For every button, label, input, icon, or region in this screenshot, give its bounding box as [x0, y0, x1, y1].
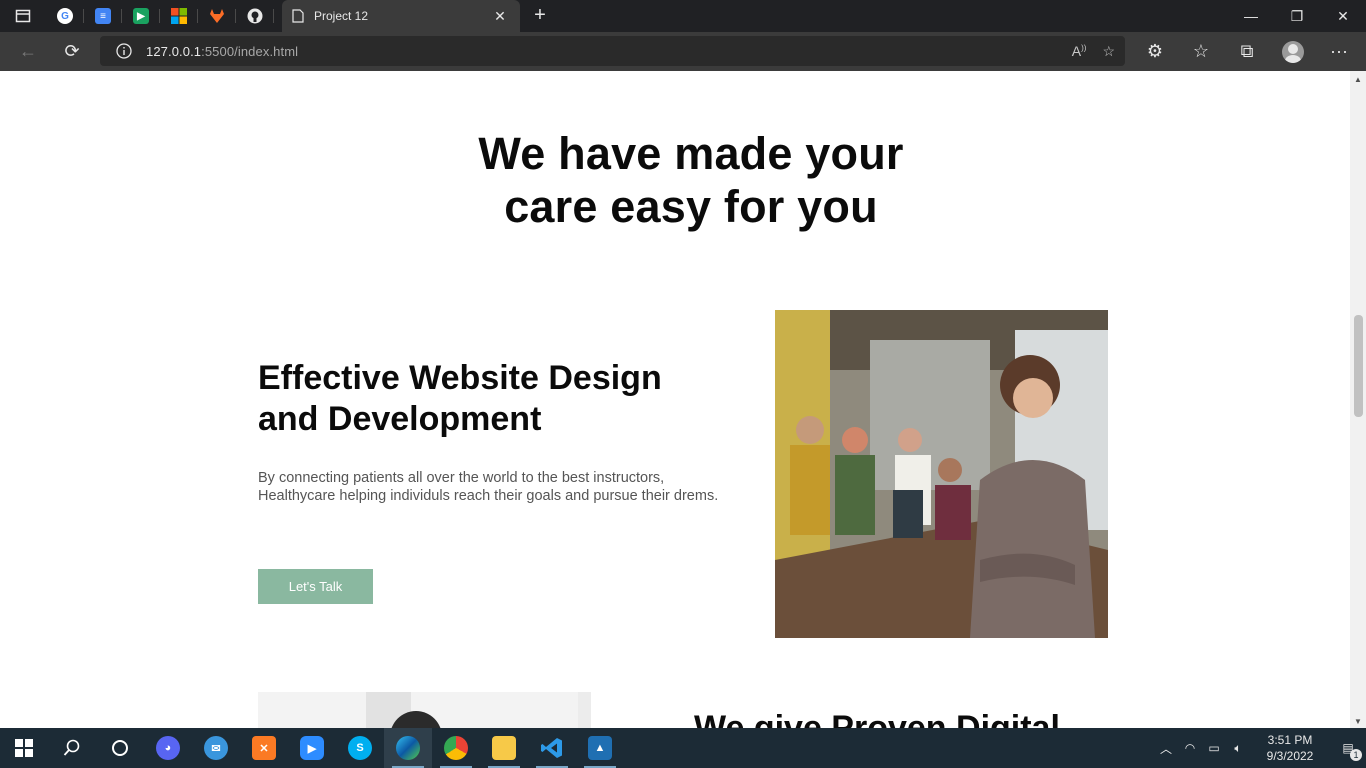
pinned-tab-docs[interactable]: ≡ [84, 0, 122, 32]
clock-date: 9/3/2022 [1266, 749, 1314, 763]
notification-count: 1 [1350, 749, 1362, 761]
back-button[interactable]: ← [6, 34, 50, 70]
cortana-button[interactable] [96, 728, 144, 768]
xampp-icon: ✕ [252, 736, 276, 760]
page-viewport: We have made your care easy for you Effe… [0, 71, 1350, 728]
profile-button[interactable] [1270, 34, 1316, 70]
read-aloud-icon[interactable]: A)) [1072, 43, 1087, 59]
tab-strip: G ≡ ▶ Project 12 ✕ + — ❐ ✕ [0, 0, 1366, 32]
restore-button[interactable]: ❐ [1274, 0, 1320, 32]
photos-icon: ▲ [588, 736, 612, 760]
lets-talk-button[interactable]: Let's Talk [258, 569, 373, 604]
add-favorite-icon[interactable]: ☆ [1102, 43, 1115, 60]
close-tab-icon[interactable]: ✕ [490, 8, 510, 25]
hero-title-text: We have made your care easy for you [478, 128, 904, 232]
taskbar-zoom[interactable]: ▶ [288, 728, 336, 768]
docs-icon: ≡ [95, 8, 111, 24]
tray-overflow-icon[interactable]: ︿ [1154, 740, 1178, 757]
refresh-button[interactable]: ⟳ [50, 34, 94, 70]
pinned-tab-microsoft[interactable] [160, 0, 198, 32]
github-icon [247, 8, 263, 24]
clock[interactable]: 3:51 PM 9/3/2022 [1250, 732, 1330, 764]
chrome-icon [444, 736, 468, 760]
team-photo [775, 310, 1108, 638]
mail-icon: ✉ [204, 736, 228, 760]
second-photo-image [258, 692, 591, 728]
battery-icon[interactable]: ▭ [1202, 741, 1226, 755]
taskbar-skype[interactable]: S [336, 728, 384, 768]
page-scrollbar[interactable]: ▲ ▼ [1350, 71, 1366, 728]
discord-icon: ◕ [156, 736, 180, 760]
search-icon [63, 739, 80, 756]
toolbar-right: ⚙ ☆ ⧉ ··· [1132, 32, 1362, 71]
volume-icon[interactable]: 🔈︎ [1226, 741, 1250, 756]
favorites-icon[interactable]: ☆ [1178, 34, 1224, 70]
feature-description: By connecting patients all over the worl… [258, 470, 719, 504]
vscode-icon [541, 738, 562, 758]
minimize-button[interactable]: — [1228, 0, 1274, 32]
start-button[interactable] [0, 728, 48, 768]
feature-title: Effective Website Design and Development [258, 359, 662, 438]
clock-time: 3:51 PM [1267, 733, 1313, 747]
address-bar-actions: A)) ☆ [1072, 36, 1115, 66]
notifications-button[interactable]: ▤ 1 [1330, 741, 1366, 761]
pinned-tab-google[interactable]: G [46, 0, 84, 32]
info-icon[interactable] [116, 43, 132, 59]
url-host: 127.0.0.1 [146, 43, 202, 59]
navigation-bar: ← ⟳ 127.0.0.1:5500/index.html A)) ☆ ⚙ ☆ … [0, 32, 1366, 71]
pinned-tab-github[interactable] [236, 0, 274, 32]
collections-icon[interactable]: ⧉ [1224, 34, 1270, 70]
extensions-icon[interactable]: ⚙ [1132, 34, 1178, 70]
scroll-up-icon[interactable]: ▲ [1354, 75, 1362, 84]
tab-title: Project 12 [314, 9, 369, 23]
scrollbar-thumb[interactable] [1354, 315, 1363, 417]
gitlab-icon [210, 9, 224, 23]
team-photo-image [775, 310, 1108, 638]
cortana-icon [112, 740, 128, 756]
scroll-down-icon[interactable]: ▼ [1354, 717, 1362, 726]
taskbar-vscode[interactable] [528, 728, 576, 768]
taskbar-discord[interactable]: ◕ [144, 728, 192, 768]
edge-icon [396, 736, 420, 760]
tab-project-12[interactable]: Project 12 ✕ [282, 0, 520, 32]
windows-taskbar: ◕ ✉ ✕ ▶ S ▲ ︿ ◠ ▭ 🔈︎ 3:51 PM 9/3/2022 ▤ … [0, 728, 1366, 768]
page-icon [292, 9, 304, 23]
google-icon: G [57, 8, 73, 24]
wifi-icon[interactable]: ◠ [1178, 741, 1202, 755]
new-tab-button[interactable]: + [528, 4, 552, 28]
avatar-icon [1282, 40, 1304, 63]
folder-icon [492, 736, 516, 760]
pinned-tab-gitlab[interactable] [198, 0, 236, 32]
microsoft-icon [171, 8, 187, 24]
search-button[interactable] [48, 728, 96, 768]
second-photo [258, 692, 591, 728]
pinned-tab-play[interactable]: ▶ [122, 0, 160, 32]
next-section-title: We give Proven Digital [694, 709, 1060, 728]
more-menu-icon[interactable]: ··· [1316, 34, 1362, 70]
window-controls: — ❐ ✕ [1228, 0, 1366, 32]
taskbar-photos[interactable]: ▲ [576, 728, 624, 768]
taskbar-file-explorer[interactable] [480, 728, 528, 768]
tab-actions-button[interactable] [0, 0, 46, 32]
system-tray: ︿ ◠ ▭ 🔈︎ 3:51 PM 9/3/2022 ▤ 1 [1154, 728, 1366, 768]
url-text: 127.0.0.1:5500/index.html [146, 44, 298, 59]
tab-actions-icon [15, 9, 31, 23]
taskbar-xampp[interactable]: ✕ [240, 728, 288, 768]
taskbar-chrome[interactable] [432, 728, 480, 768]
taskbar-edge[interactable] [384, 728, 432, 768]
zoom-icon: ▶ [300, 736, 324, 760]
taskbar-mail[interactable]: ✉ [192, 728, 240, 768]
windows-icon [15, 739, 33, 757]
url-path: :5500/index.html [201, 43, 299, 59]
skype-icon: S [348, 736, 372, 760]
close-window-button[interactable]: ✕ [1320, 0, 1366, 32]
hero-title: We have made your care easy for you [0, 127, 1350, 233]
address-bar[interactable]: 127.0.0.1:5500/index.html A)) ☆ [100, 36, 1125, 66]
play-icon: ▶ [133, 8, 149, 24]
